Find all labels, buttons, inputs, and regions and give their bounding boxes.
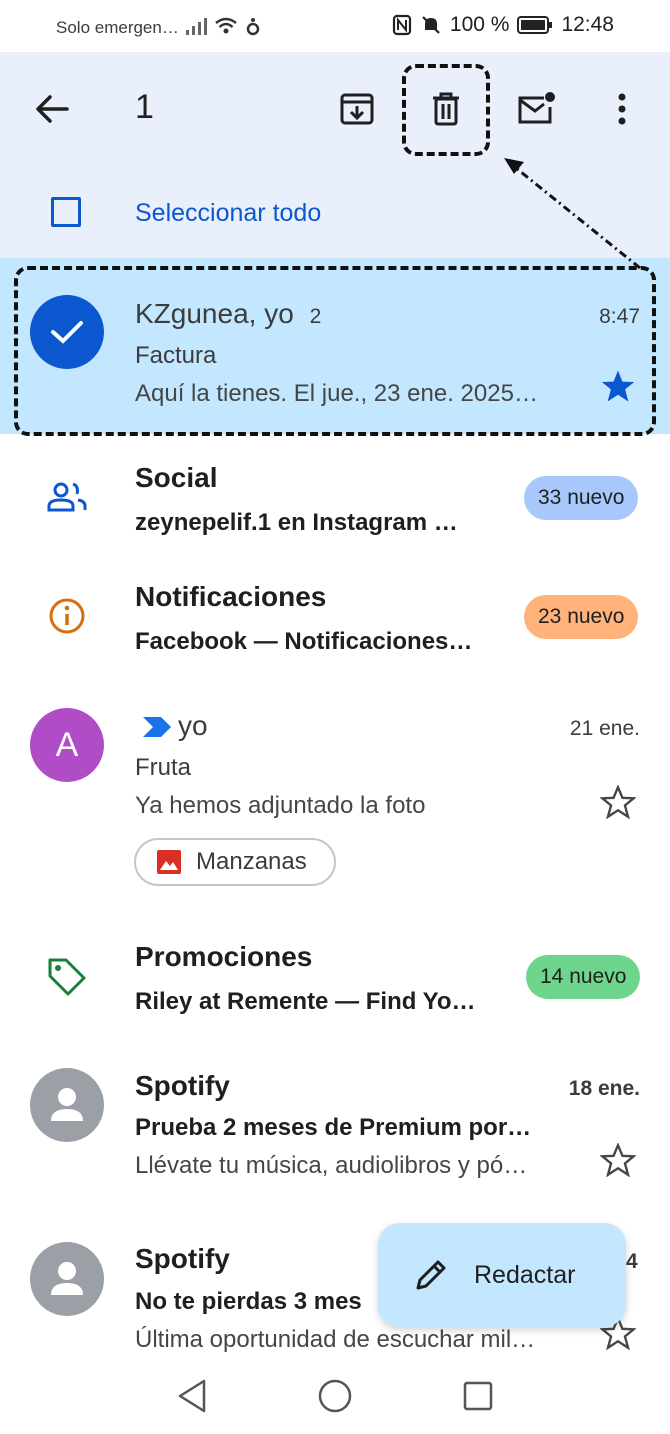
spotify-2-snippet: Última oportunidad de escuchar mil… [135,1326,536,1353]
hotspot-icon [246,18,260,36]
compose-button[interactable]: Redactar [378,1223,626,1327]
category-social-preview: zeynepelif.1 en Instagram … [135,509,458,536]
email-snippet: Aquí la tienes. El jue., 23 ene. 2025… [135,380,538,407]
battery-icon [517,16,553,34]
nav-back-icon[interactable] [176,1378,208,1414]
person-icon [51,1262,83,1295]
spotify-1-snippet: Llévate tu música, audiolibros y pó… [135,1152,528,1179]
carrier-label: Solo emergen… [56,18,179,37]
clock: 12:48 [561,13,614,36]
back-arrow-icon [36,95,69,123]
fruta-sender: yo [178,710,208,741]
more-options-button[interactable] [594,81,650,137]
archive-button[interactable] [329,81,385,137]
trash-icon [433,92,459,126]
fruta-snippet: Ya hemos adjuntado la foto [135,792,426,819]
select-all-checkbox[interactable] [51,197,81,227]
fruta-subject: Fruta [135,754,192,781]
back-button[interactable] [24,81,80,137]
star-filled-icon[interactable] [600,369,636,403]
fruta-time: 21 ene. [569,717,640,740]
notifications-badge: 23 nuevo [524,595,639,639]
avatar-spotify-2[interactable] [30,1242,104,1316]
person-icon [51,1088,83,1121]
mark-unread-icon [518,92,555,124]
check-icon [51,321,83,344]
thread-count: 2 [309,305,322,328]
signal-icon [185,18,207,35]
mark-unread-button[interactable] [508,81,564,137]
spotify-1-subject: Prueba 2 meses de Premium por… [135,1114,532,1141]
carrier-text: Solo emergen… [56,16,263,38]
spotify-1-time: 18 ene. [568,1077,640,1100]
image-icon [157,850,181,874]
nav-recents-icon[interactable] [462,1380,494,1412]
category-notifications: Notificaciones [135,581,327,612]
status-bar: Solo emergen… 100 % 12:48 [0,0,670,52]
mute-icon [422,16,440,34]
avatar-selected[interactable] [30,295,104,369]
star-outline-icon[interactable] [600,1143,636,1177]
email-sender: KZgunea, yo 2 [135,298,321,330]
spotify-2-subject: No te pierdas 3 mes [135,1288,362,1315]
system-nav-bar [0,1360,670,1434]
tag-icon [48,958,86,996]
compose-label: Redactar [474,1260,576,1289]
battery-percent: 100 % [449,13,510,36]
promotions-badge: 14 nuevo [526,955,641,999]
attachment-name: Manzanas [196,848,307,875]
email-highlight-box [14,266,656,436]
pencil-icon [416,1260,446,1290]
annotation-arrow [504,158,641,270]
category-promotions-preview: Riley at Remente — Find Yo… [135,988,476,1015]
spotify-2-time: 4 [626,1250,638,1273]
delete-button[interactable] [418,81,474,137]
category-promotions: Promociones [135,941,313,972]
spotify-2-sender: Spotify [135,1243,230,1274]
social-badge: 33 nuevo [524,476,639,520]
avatar-spotify-1[interactable] [30,1068,104,1142]
email-time: 8:47 [599,305,640,328]
spotify-1-sender: Spotify [135,1070,230,1101]
email-subject: Factura [135,342,217,369]
sender-name: KZgunea, yo [135,298,294,329]
important-icon [143,717,171,737]
category-notifications-preview: Facebook — Notificaciones… [135,628,473,655]
more-vert-icon [618,93,626,125]
attachment-chip[interactable]: Manzanas [134,838,336,886]
people-icon [47,482,87,512]
status-right: 100 % 12:48 [392,13,614,37]
star-outline-icon[interactable] [600,785,636,819]
selected-count: 1 [135,88,154,126]
avatar-a[interactable]: A [30,708,104,782]
category-social: Social [135,462,218,493]
info-icon [49,598,85,634]
select-all-label[interactable]: Seleccionar todo [135,199,321,228]
nfc-icon [392,14,411,36]
nav-home-icon[interactable] [317,1378,353,1414]
wifi-icon [215,17,238,34]
archive-icon [340,93,374,125]
